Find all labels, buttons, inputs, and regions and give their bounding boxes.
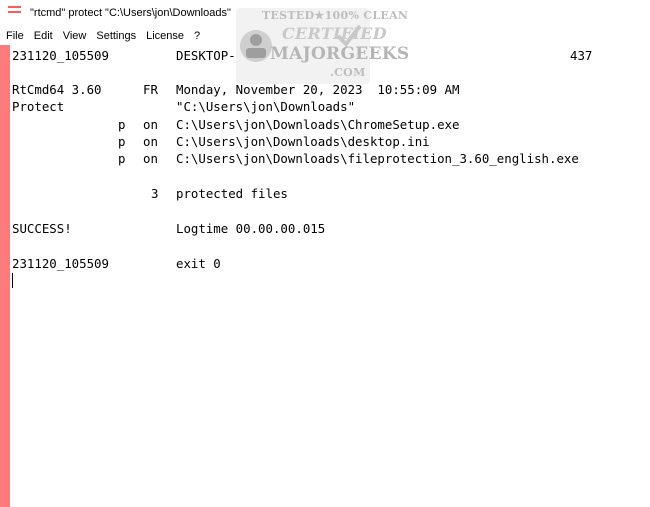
file-row: p on C:\Users\jon\Downloads\fileprotecti… [12,150,579,167]
watermark-tagline: TESTED★100% CLEAN [262,9,409,22]
editor-gutter [0,45,10,507]
log-line-header: 231120_105509 DESKTOP- 437 [12,47,592,64]
menu-file[interactable]: File [0,27,29,45]
file-path: C:\Users\jon\Downloads\fileprotection_3.… [176,151,579,166]
result-status: SUCCESS! [12,221,72,236]
log-line-action: Protect "C:\Users\jon\Downloads" [12,98,355,115]
menu-license[interactable]: License [141,27,189,45]
file-state: on [143,151,158,166]
log-line-count: 3 protected files [12,185,288,202]
watermark-certified: CERTIFIED [282,24,387,43]
language-code: FR [143,82,158,97]
file-path: C:\Users\jon\Downloads\desktop.ini [176,134,430,149]
host-name: DESKTOP- [176,48,236,63]
text-editor[interactable]: 231120_105509 DESKTOP- 437 RtCmd64 3.60 … [12,46,648,506]
menu-help[interactable]: ? [189,27,205,45]
majorgeeks-watermark: TESTED★100% CLEAN CERTIFIED MAJORGEEKS .… [234,6,409,86]
file-state: on [143,117,158,132]
text-caret [12,273,13,288]
protected-label: protected files [176,186,288,201]
file-path: C:\Users\jon\Downloads\ChromeSetup.exe [176,117,460,132]
action-label: Protect [12,99,65,114]
file-row: p on C:\Users\jon\Downloads\ChromeSetup.… [12,116,459,133]
window-title: "rtcmd" protect "C:\Users\jon\Downloads" [30,7,231,19]
watermark-domain: .COM [330,66,366,79]
watermark-brand: MAJORGEEKS [270,44,410,64]
menu-edit[interactable]: Edit [29,27,58,45]
menu-view[interactable]: View [58,27,92,45]
app-version: RtCmd64 3.60 [12,82,102,97]
log-time: Logtime 00.00.00.015 [176,221,326,236]
file-row: p on C:\Users\jon\Downloads\desktop.ini [12,133,430,150]
footer-id: 231120_105509 [12,256,109,271]
notepad-icon[interactable] [8,6,21,17]
file-state: on [143,134,158,149]
log-line-footer: 231120_105509 exit 0 [12,255,221,272]
file-flag: p [118,117,126,132]
target-path: "C:\Users\jon\Downloads" [176,99,356,114]
header-number: 437 [570,48,593,63]
protected-count: 3 [151,186,159,201]
log-line-result: SUCCESS! Logtime 00.00.00.015 [12,220,325,237]
menu-settings[interactable]: Settings [91,27,141,45]
exit-code: exit 0 [176,256,221,271]
file-flag: p [118,134,126,149]
log-id: 231120_105509 [12,48,109,63]
log-line-version: RtCmd64 3.60 FR Monday, November 20, 202… [12,81,459,98]
file-flag: p [118,151,126,166]
